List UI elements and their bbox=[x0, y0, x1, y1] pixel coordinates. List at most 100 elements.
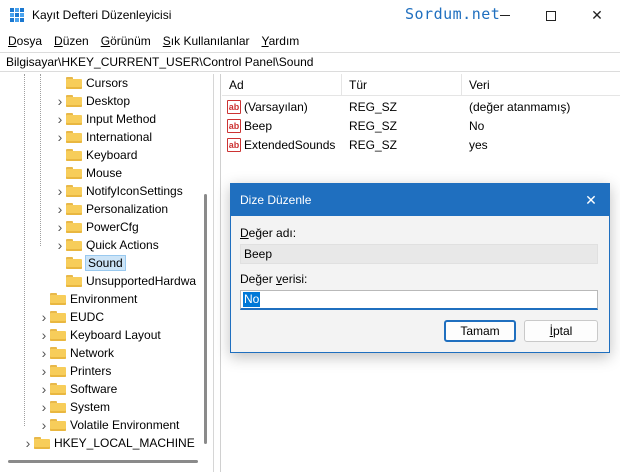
dialog-close-button[interactable]: ✕ bbox=[581, 190, 601, 210]
value-type: REG_SZ bbox=[349, 100, 398, 114]
tree-scrollbar[interactable] bbox=[204, 194, 207, 444]
chevron-right-icon[interactable]: › bbox=[54, 236, 66, 254]
value-data: No bbox=[469, 119, 485, 133]
menu-yardim[interactable]: Yardım bbox=[256, 34, 306, 48]
list-row[interactable]: ab (Varsayılan) REG_SZ (değer atanmamış) bbox=[222, 98, 620, 116]
chevron-right-icon[interactable]: › bbox=[54, 200, 66, 218]
tree-item-label: Desktop bbox=[86, 94, 131, 108]
menu-gorunum[interactable]: Görünüm bbox=[95, 34, 157, 48]
menu-duzen[interactable]: Düzen bbox=[48, 34, 95, 48]
chevron-right-icon[interactable]: › bbox=[54, 92, 66, 110]
chevron-right-icon[interactable]: › bbox=[38, 326, 50, 344]
tree-item[interactable]: Keyboard bbox=[54, 146, 137, 164]
tree-item[interactable]: › Volatile Environment bbox=[38, 416, 180, 434]
address-bar[interactable]: Bilgisayar\HKEY_CURRENT_USER\Control Pan… bbox=[0, 52, 620, 72]
registry-tree[interactable]: Cursors › Desktop › Input Method › Internation… bbox=[0, 74, 214, 472]
menu-dosya[interactable]: Dosya bbox=[2, 34, 48, 48]
folder-icon bbox=[50, 383, 66, 395]
tree-item[interactable]: › International bbox=[54, 128, 152, 146]
chevron-right-icon[interactable]: › bbox=[38, 344, 50, 362]
column-header-data[interactable]: Veri bbox=[462, 74, 620, 96]
folder-icon bbox=[66, 185, 82, 197]
tree-item[interactable]: › Network bbox=[38, 344, 114, 362]
tree-item[interactable]: › EUDC bbox=[38, 308, 104, 326]
folder-icon bbox=[66, 257, 82, 269]
tree-item-label: Input Method bbox=[86, 112, 157, 126]
list-row[interactable]: ab Beep REG_SZ No bbox=[222, 117, 620, 135]
ok-button[interactable]: Tamam bbox=[444, 320, 516, 342]
chevron-right-icon[interactable]: › bbox=[54, 218, 66, 236]
column-header-name[interactable]: Ad bbox=[222, 74, 342, 96]
folder-icon bbox=[50, 347, 66, 359]
value-name-label: Değer adı: bbox=[240, 226, 297, 240]
chevron-right-icon[interactable]: › bbox=[22, 434, 34, 452]
tree-item[interactable]: Sound bbox=[54, 254, 126, 272]
chevron-right-icon[interactable]: › bbox=[54, 110, 66, 128]
tree-item[interactable]: › Desktop bbox=[54, 92, 130, 110]
window-title: Kayıt Defteri Düzenleyicisi bbox=[32, 8, 172, 22]
tree-item[interactable]: › System bbox=[38, 398, 110, 416]
chevron-right-icon[interactable]: › bbox=[38, 308, 50, 326]
tree-item-label: UnsupportedHardwa bbox=[86, 274, 197, 288]
chevron-right-icon[interactable]: › bbox=[54, 182, 66, 200]
menu-bar: Dosya Düzen Görünüm Sık Kullanılanlar Ya… bbox=[0, 31, 620, 51]
tree-item[interactable]: › Printers bbox=[38, 362, 112, 380]
tree-item[interactable]: UnsupportedHardwa bbox=[54, 272, 196, 290]
tree-item[interactable]: › Input Method bbox=[54, 110, 156, 128]
tree-item-label: Network bbox=[70, 346, 115, 360]
dialog-title: Dize Düzenle bbox=[240, 193, 312, 207]
tree-item-label: Quick Actions bbox=[86, 238, 159, 252]
folder-icon bbox=[66, 113, 82, 125]
value-data: yes bbox=[469, 138, 488, 152]
chevron-right-icon[interactable]: › bbox=[38, 362, 50, 380]
tree-item-label: HKEY_LOCAL_MACHINE bbox=[54, 436, 195, 450]
tree-item[interactable]: Cursors bbox=[54, 74, 128, 92]
folder-icon bbox=[66, 131, 82, 143]
value-type: REG_SZ bbox=[349, 138, 398, 152]
list-row[interactable]: ab ExtendedSounds REG_SZ yes bbox=[222, 136, 620, 154]
dialog-title-bar: Dize Düzenle ✕ bbox=[231, 184, 609, 216]
tree-item[interactable]: › Software bbox=[38, 380, 118, 398]
menu-sik-kullanilanlar[interactable]: Sık Kullanılanlar bbox=[157, 34, 256, 48]
tree-item[interactable]: Mouse bbox=[54, 164, 122, 182]
tree-item-label: Keyboard Layout bbox=[70, 328, 161, 342]
chevron-right-icon[interactable]: › bbox=[38, 380, 50, 398]
close-button[interactable]: ✕ bbox=[574, 0, 620, 31]
chevron-right-icon[interactable]: › bbox=[54, 128, 66, 146]
pane-splitter[interactable] bbox=[220, 74, 221, 472]
chevron-right-icon[interactable]: › bbox=[38, 416, 50, 434]
tree-item-label: PowerCfg bbox=[86, 220, 139, 234]
tree-item[interactable]: Environment bbox=[38, 290, 137, 308]
folder-icon bbox=[50, 401, 66, 413]
tree-item-label: NotifyIconSettings bbox=[86, 184, 183, 198]
value-data: (değer atanmamış) bbox=[469, 100, 571, 114]
minimize-button[interactable] bbox=[482, 0, 528, 31]
tree-item[interactable]: › PowerCfg bbox=[54, 218, 139, 236]
tree-item[interactable]: › HKEY_LOCAL_MACHINE bbox=[22, 434, 195, 452]
tree-item[interactable]: › Quick Actions bbox=[54, 236, 159, 254]
tree-item-label: System bbox=[70, 400, 111, 414]
tree-item-label: International bbox=[86, 130, 153, 144]
value-data-input[interactable]: No bbox=[240, 290, 598, 310]
tree-item[interactable]: › Keyboard Layout bbox=[38, 326, 161, 344]
maximize-button[interactable] bbox=[528, 0, 574, 31]
tree-item[interactable]: › Personalization bbox=[54, 200, 168, 218]
tree-item-label: EUDC bbox=[70, 310, 105, 324]
value-name-field: Beep bbox=[240, 244, 598, 264]
tree-item[interactable]: › NotifyIconSettings bbox=[54, 182, 183, 200]
folder-icon bbox=[50, 293, 66, 305]
folder-icon bbox=[34, 437, 50, 449]
folder-icon bbox=[66, 167, 82, 179]
tree-item-label: Environment bbox=[70, 292, 138, 306]
column-header-type[interactable]: Tür bbox=[342, 74, 462, 96]
tree-item-label: Volatile Environment bbox=[70, 418, 180, 432]
minimize-icon bbox=[500, 15, 510, 16]
value-type: REG_SZ bbox=[349, 119, 398, 133]
tree-item-label: Mouse bbox=[86, 166, 123, 180]
cancel-button[interactable]: İptal bbox=[524, 320, 598, 342]
chevron-right-icon[interactable]: › bbox=[38, 398, 50, 416]
horizontal-scrollbar[interactable] bbox=[8, 460, 198, 463]
